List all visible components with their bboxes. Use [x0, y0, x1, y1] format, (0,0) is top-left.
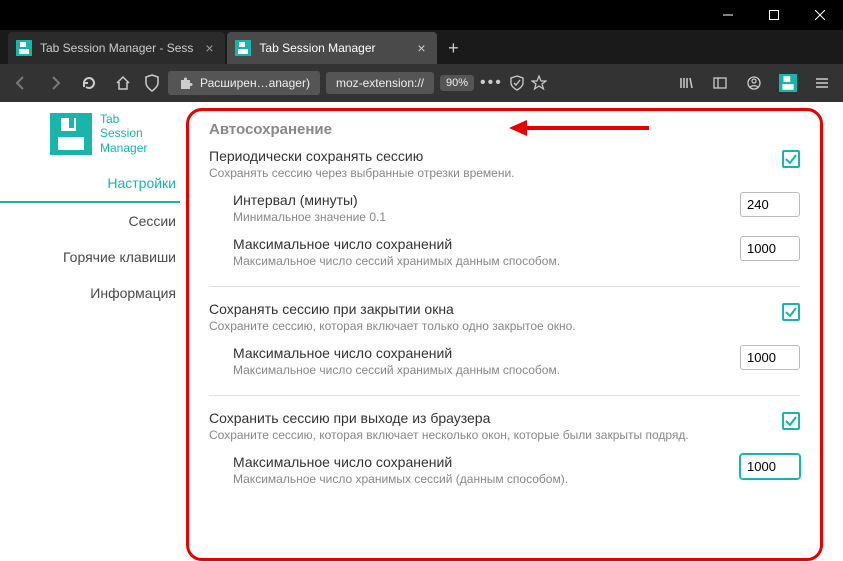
- app-name: Tab Session Manager: [100, 112, 147, 155]
- checkbox[interactable]: [782, 150, 800, 168]
- tab-title: Tab Session Manager - Sess: [40, 41, 193, 55]
- max-saves-input[interactable]: 1000: [740, 236, 800, 261]
- close-window-button[interactable]: [797, 0, 843, 30]
- browser-tabstrip: Tab Session Manager - Sess × Tab Session…: [0, 30, 843, 64]
- setting-label: Периодически сохранять сессию: [209, 148, 782, 164]
- extension-save-button[interactable]: [773, 68, 803, 98]
- settings-panel: Автосохранение Периодически сохранять се…: [186, 108, 823, 561]
- back-button[interactable]: [6, 68, 36, 98]
- maximize-button[interactable]: [751, 0, 797, 30]
- max-saves-input[interactable]: 1000: [740, 345, 800, 370]
- sidebar-item-info[interactable]: Информация: [0, 275, 180, 311]
- close-icon[interactable]: ×: [413, 40, 429, 56]
- bookmark-star-icon[interactable]: [531, 75, 547, 91]
- app-menu-button[interactable]: [807, 68, 837, 98]
- save-icon: [16, 40, 32, 56]
- zoom-indicator[interactable]: 90%: [440, 75, 474, 91]
- browser-tab[interactable]: Tab Session Manager - Sess ×: [8, 32, 225, 64]
- reader-shield-icon[interactable]: [509, 75, 525, 91]
- setting-desc: Сохранять сессию через выбранные отрезки…: [209, 166, 782, 180]
- shield-icon[interactable]: [142, 73, 162, 93]
- tab-title: Tab Session Manager: [259, 41, 405, 55]
- minimize-button[interactable]: [705, 0, 751, 30]
- interval-input[interactable]: 240: [740, 192, 800, 217]
- checkbox[interactable]: [782, 303, 800, 321]
- app-logo-icon: [50, 113, 92, 155]
- sub-desc: Максимальное число хранимых сессий (данн…: [233, 472, 740, 486]
- browser-navbar: Расширен…anager) moz-extension:// 90% ••…: [0, 64, 843, 102]
- page-actions-menu[interactable]: •••: [480, 74, 503, 92]
- app-sidebar: Tab Session Manager Настройки Сессии Гор…: [0, 102, 180, 561]
- puzzle-icon: [178, 75, 194, 91]
- sidebar-item-settings[interactable]: Настройки: [0, 165, 180, 203]
- browser-tab[interactable]: Tab Session Manager ×: [227, 32, 437, 64]
- divider: [209, 395, 800, 396]
- forward-button[interactable]: [40, 68, 70, 98]
- setting-desc: Сохраните сессию, которая включает тольк…: [209, 319, 782, 333]
- sidebar-toggle-button[interactable]: [705, 68, 735, 98]
- sub-label: Интервал (минуты): [233, 192, 740, 208]
- sidebar-item-sessions[interactable]: Сессии: [0, 203, 180, 239]
- extension-badge[interactable]: Расширен…anager): [168, 71, 320, 95]
- sub-label: Максимальное число сохранений: [233, 345, 740, 361]
- sub-desc: Максимальное число сессий хранимых данны…: [233, 363, 740, 377]
- home-button[interactable]: [108, 68, 138, 98]
- sub-desc: Максимальное число сессий хранимых данны…: [233, 254, 740, 268]
- sub-label: Максимальное число сохранений: [233, 236, 740, 252]
- divider: [209, 286, 800, 287]
- sidebar-item-hotkeys[interactable]: Горячие клавиши: [0, 239, 180, 275]
- sub-label: Максимальное число сохранений: [233, 454, 740, 470]
- window-titlebar: [0, 0, 843, 30]
- section-title: Автосохранение: [209, 121, 800, 138]
- extension-label: Расширен…anager): [200, 76, 310, 90]
- max-saves-input[interactable]: 1000: [740, 454, 800, 479]
- setting-label: Сохранить сессию при выходе из браузера: [209, 410, 782, 426]
- new-tab-button[interactable]: +: [437, 32, 469, 64]
- save-icon: [235, 40, 251, 56]
- account-button[interactable]: [739, 68, 769, 98]
- url-text: moz-extension://: [336, 76, 424, 90]
- setting-label: Сохранять сессию при закрытии окна: [209, 301, 782, 317]
- setting-desc: Сохраните сессию, которая включает неско…: [209, 428, 782, 442]
- sub-desc: Минимальное значение 0.1: [233, 210, 740, 224]
- checkbox[interactable]: [782, 412, 800, 430]
- library-button[interactable]: [671, 68, 701, 98]
- url-input[interactable]: moz-extension://: [326, 72, 434, 94]
- reload-button[interactable]: [74, 68, 104, 98]
- close-icon[interactable]: ×: [201, 40, 217, 56]
